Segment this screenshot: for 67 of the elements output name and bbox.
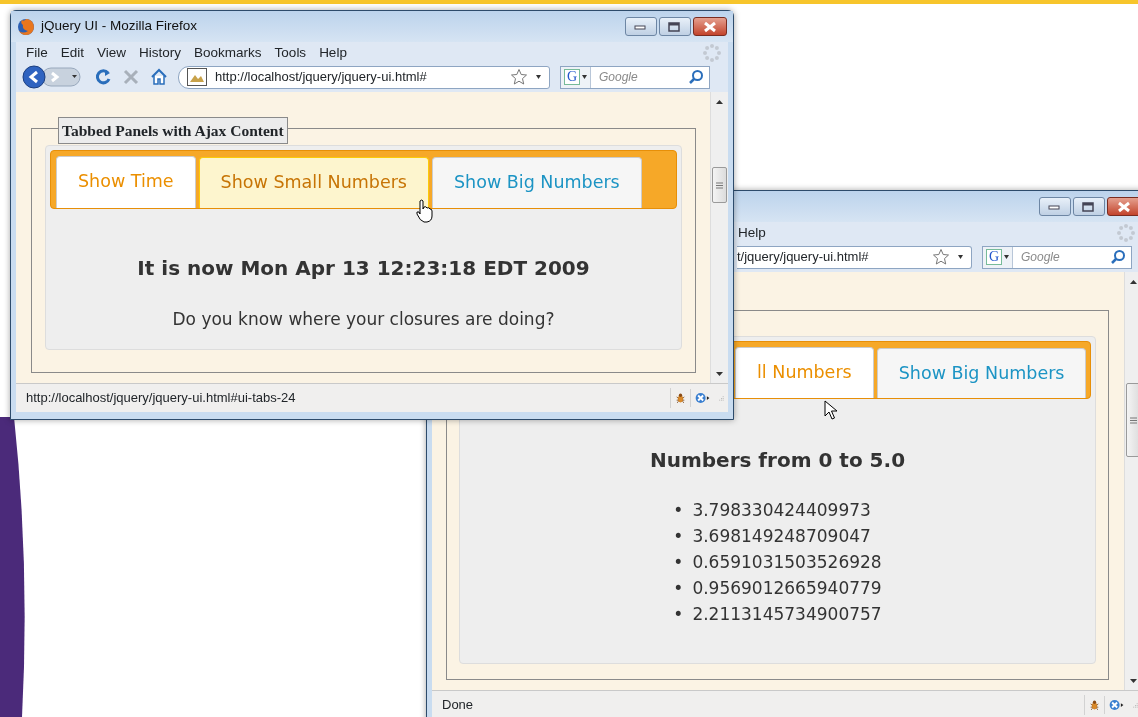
bullet: •	[673, 499, 684, 523]
bullet: •	[673, 551, 684, 575]
panel-heading: It is now Mon Apr 13 12:23:18 EDT 2009	[137, 254, 590, 282]
close-button[interactable]	[693, 17, 727, 36]
search-field[interactable]: G Google	[560, 65, 710, 89]
loading-throbber-icon	[702, 43, 722, 63]
bookmark-star-icon[interactable]	[510, 68, 528, 86]
grip-lines-icon	[716, 181, 723, 189]
bullet: •	[673, 577, 684, 601]
menu-item[interactable]: File	[26, 42, 48, 64]
list-item: 2.2113145734900757	[692, 603, 882, 627]
scroll-up-icon[interactable]	[715, 98, 724, 107]
list-item: 0.6591031503526928	[692, 551, 882, 575]
close-icon	[702, 20, 718, 33]
close-icon	[1116, 200, 1132, 213]
bullet: •	[673, 525, 684, 549]
search-icon[interactable]	[1110, 249, 1126, 265]
list-item: 0.9569012665940779	[692, 577, 882, 601]
panel-text: Do you know where your closures are doing?	[172, 307, 555, 331]
scroll-down-icon[interactable]	[1129, 676, 1138, 685]
dropdown-caret-icon[interactable]	[536, 75, 541, 79]
search-engine-logo: G	[564, 69, 580, 85]
maximize-icon	[1081, 200, 1097, 213]
maximize-icon	[667, 20, 683, 33]
close-button[interactable]	[1107, 197, 1138, 216]
maximize-button[interactable]	[659, 17, 691, 36]
window-title: jQuery UI - Mozilla Firefox	[41, 17, 198, 36]
bullet: •	[673, 603, 684, 627]
search-field[interactable]: G Google	[982, 245, 1132, 269]
search-icon[interactable]	[688, 69, 704, 85]
scroll-down-icon[interactable]	[715, 369, 724, 378]
panel-heading: Numbers from 0 to 5.0	[649, 447, 906, 475]
back-arrow-icon	[22, 65, 84, 89]
status-text: Done	[442, 695, 474, 714]
menu-item[interactable]: View	[97, 42, 127, 64]
menu-item[interactable]: Edit	[60, 42, 85, 64]
scroll-thumb[interactable]	[1126, 383, 1138, 457]
scrollbar[interactable]	[1124, 272, 1138, 690]
mouse-pointer-icon	[824, 400, 838, 420]
firefox-logo-icon	[17, 17, 35, 36]
scroll-thumb[interactable]	[712, 167, 727, 203]
list-item: 3.698149248709047	[692, 525, 871, 549]
search-engine-logo: G	[986, 249, 1002, 265]
bookmark-star-icon[interactable]	[932, 248, 950, 266]
reload-icon[interactable]	[94, 68, 112, 86]
dropdown-caret-icon	[582, 75, 587, 79]
scroll-up-icon[interactable]	[1129, 278, 1138, 287]
dropdown-caret-icon[interactable]	[958, 255, 963, 259]
menu-item[interactable]: Help	[319, 42, 347, 64]
status-text: http://localhost/jquery/jquery-ui.html#ui-tabs-24	[26, 389, 296, 408]
address-field[interactable]: t/jquery/jquery-ui.html#	[737, 245, 972, 269]
menu-item[interactable]: Tools	[274, 42, 307, 64]
dropdown-caret-icon	[1004, 255, 1009, 259]
back-forward-buttons[interactable]	[22, 65, 84, 89]
page-favicon-icon	[187, 68, 207, 86]
menu-item[interactable]: Help	[738, 222, 766, 244]
address-field[interactable]: http://localhost/jquery/jquery-ui.html#	[178, 65, 550, 89]
home-icon[interactable]	[150, 68, 168, 86]
loading-throbber-icon	[1116, 223, 1136, 243]
fieldset-legend: Tabbed Panels with Ajax Content	[58, 117, 288, 145]
scrollbar[interactable]	[710, 92, 728, 383]
maximize-button[interactable]	[1073, 197, 1105, 216]
menu-item[interactable]: Bookmarks	[194, 42, 262, 64]
menu-item[interactable]: History	[139, 42, 182, 64]
hand-pointer-icon	[415, 199, 433, 223]
grip-lines-icon	[1130, 416, 1137, 424]
list-item: 3.798330424409973	[692, 499, 871, 523]
